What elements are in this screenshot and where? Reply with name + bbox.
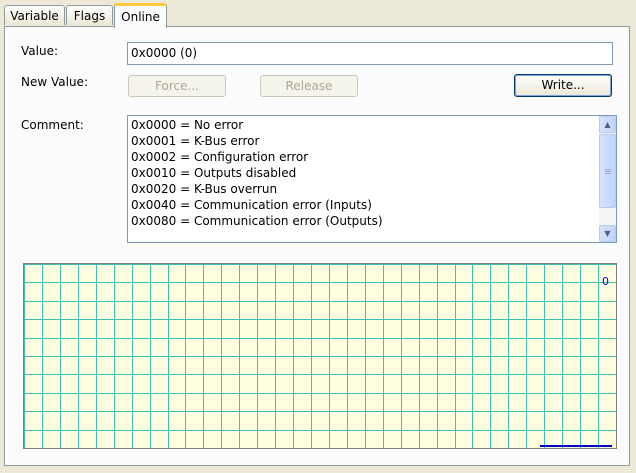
scroll-down-icon[interactable]: ▼ xyxy=(599,225,616,242)
comment-box[interactable]: 0x0000 = No error 0x0001 = K-Bus error 0… xyxy=(127,115,617,243)
tab-flags[interactable]: Flags xyxy=(66,5,113,25)
comment-line: 0x0010 = Outputs disabled xyxy=(131,166,297,180)
force-button[interactable]: Force... xyxy=(128,75,226,97)
y-readout: 0 xyxy=(602,275,609,288)
scroll-thumb[interactable] xyxy=(599,134,616,208)
comment-line: 0x0001 = K-Bus error xyxy=(131,134,260,148)
comment-label: Comment: xyxy=(21,118,84,132)
online-panel: Value: 0x0000 (0) New Value: Force... Re… xyxy=(4,26,630,466)
release-button[interactable]: Release xyxy=(260,75,358,97)
comment-lines: 0x0000 = No error 0x0001 = K-Bus error 0… xyxy=(131,117,383,229)
chart-plot: 0 xyxy=(24,264,617,449)
comment-line: 0x0000 = No error xyxy=(131,118,244,132)
comment-line: 0x0002 = Configuration error xyxy=(131,150,309,164)
scroll-up-icon[interactable]: ▲ xyxy=(599,116,616,133)
comment-line: 0x0020 = K-Bus overrun xyxy=(131,182,278,196)
write-button[interactable]: Write... xyxy=(514,74,612,97)
comment-scrollbar[interactable]: ▲ ▼ xyxy=(599,116,616,242)
new-value-label: New Value: xyxy=(21,75,88,89)
tab-variable[interactable]: Variable xyxy=(4,5,65,25)
comment-line: 0x0040 = Communication error (Inputs) xyxy=(131,198,372,212)
value-label: Value: xyxy=(21,44,58,58)
value-field[interactable]: 0x0000 (0) xyxy=(127,42,613,65)
tab-online[interactable]: Online xyxy=(114,3,167,28)
online-chart: 0 xyxy=(23,263,617,449)
comment-line: 0x0080 = Communication error (Outputs) xyxy=(131,214,383,228)
